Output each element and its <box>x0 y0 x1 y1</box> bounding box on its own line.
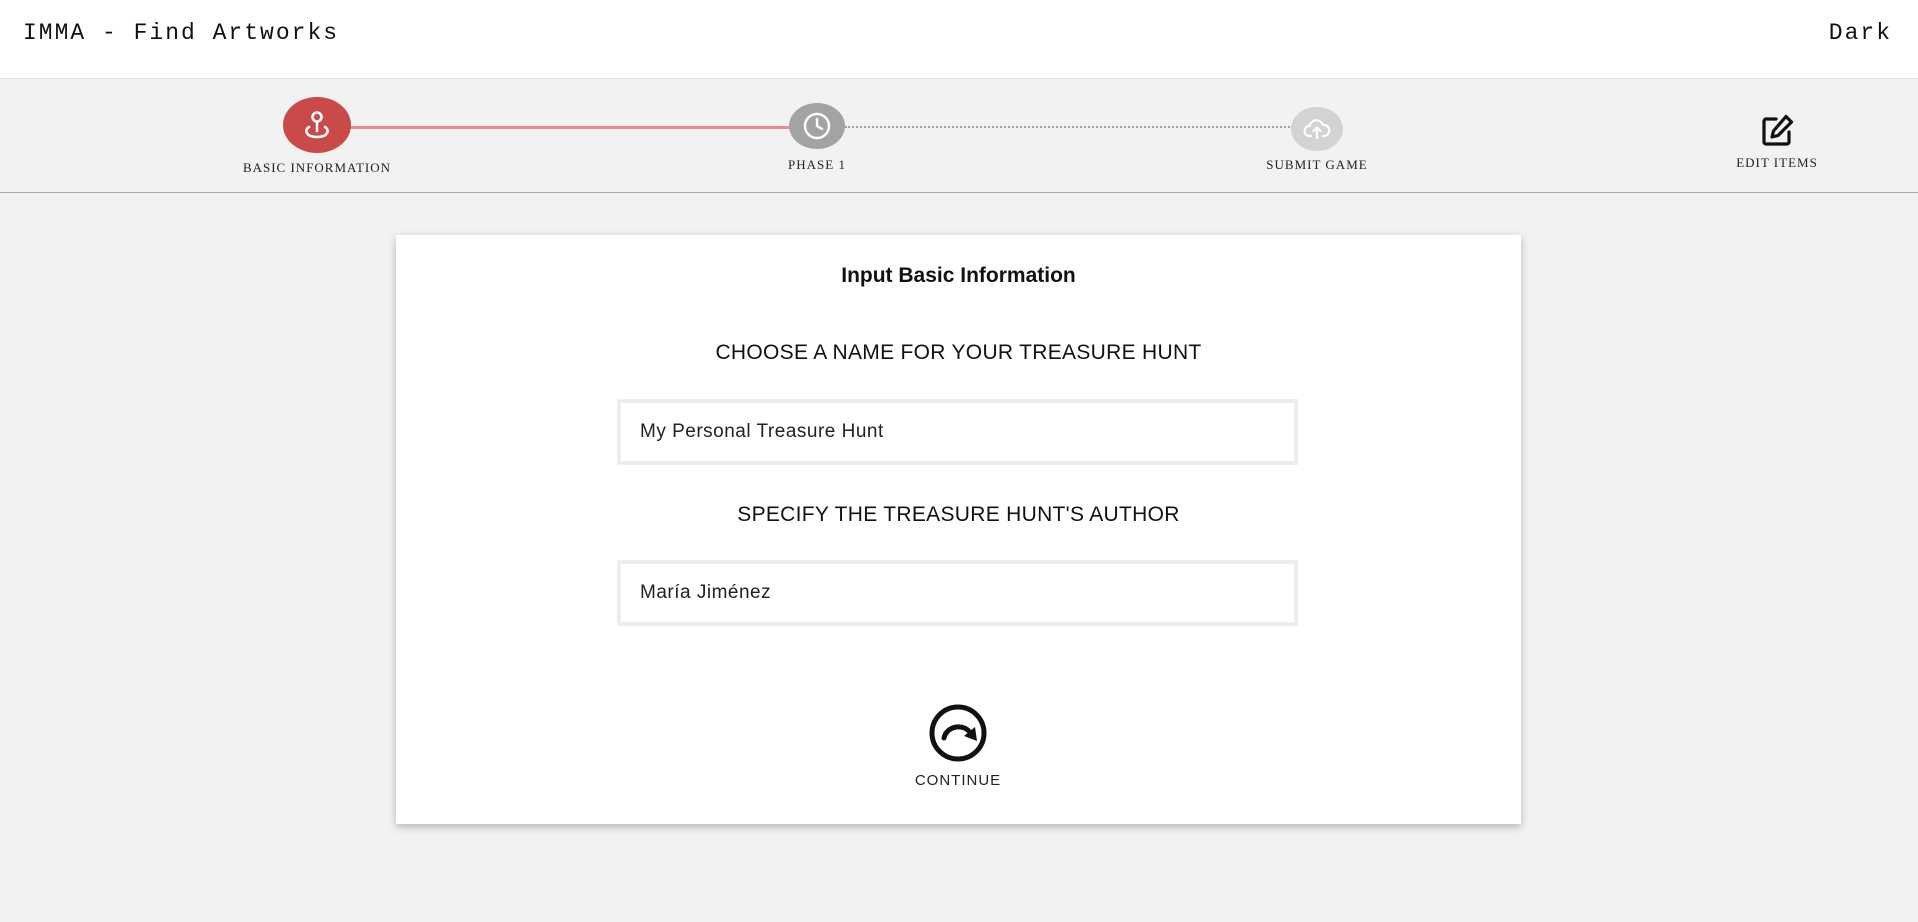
edit-icon <box>1755 109 1799 153</box>
basic-information-card: Input Basic Information CHOOSE A NAME FO… <box>396 235 1521 824</box>
step-phase-1[interactable]: PHASE 1 <box>707 79 927 173</box>
step-edit-items[interactable]: EDIT ITEMS <box>1667 79 1887 171</box>
step-submit-game: SUBMIT GAME <box>1207 79 1427 173</box>
continue-label: CONTINUE <box>914 772 1002 789</box>
top-bar: IMMA - Find Artworks Dark <box>0 0 1918 79</box>
step-basic-information[interactable]: BASIC INFORMATION <box>207 79 427 176</box>
step-label: SUBMIT GAME <box>1266 157 1368 172</box>
clock-icon <box>789 103 845 149</box>
redo-circle-icon <box>929 704 987 762</box>
app-title: IMMA - Find Artworks <box>23 20 340 46</box>
map-pin-icon <box>283 97 351 153</box>
form-title: Input Basic Information <box>841 264 1076 287</box>
step-label: PHASE 1 <box>788 157 846 172</box>
dark-mode-toggle[interactable]: Dark <box>1829 20 1892 46</box>
step-label: EDIT ITEMS <box>1736 155 1818 170</box>
name-field-heading: CHOOSE A NAME FOR YOUR TREASURE HUNT <box>715 341 1202 364</box>
continue-button[interactable]: CONTINUE <box>883 703 1033 789</box>
step-label: BASIC INFORMATION <box>242 160 392 175</box>
author-field-heading: SPECIFY THE TREASURE HUNT'S AUTHOR <box>737 503 1180 526</box>
progress-stepper: BASIC INFORMATION PHASE 1 SUBMIT GAME ED… <box>0 79 1918 193</box>
author-input[interactable] <box>617 560 1298 626</box>
treasure-hunt-name-input[interactable] <box>617 399 1298 465</box>
cloud-upload-icon <box>1291 107 1343 151</box>
